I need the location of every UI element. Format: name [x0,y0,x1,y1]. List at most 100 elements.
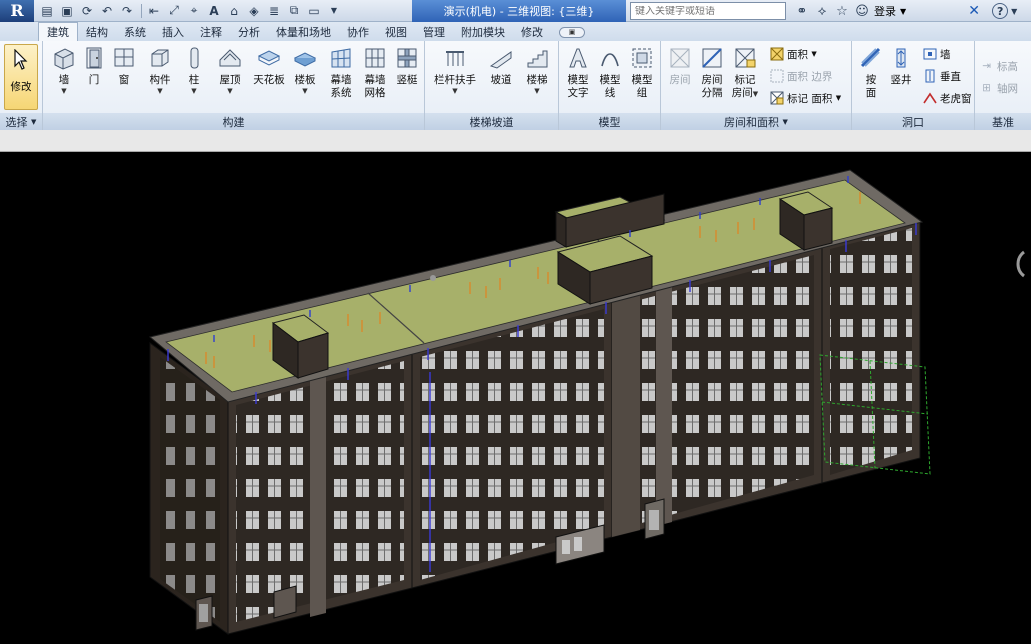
railing-label: 栏杆扶手 [434,74,476,86]
dimension-icon[interactable]: ⤢ [165,2,183,20]
binoculars-icon[interactable]: ⚭ [792,2,812,20]
thin-lines-icon[interactable]: ≣ [265,2,283,20]
model-line-tool[interactable]: 模型 线 [595,45,625,100]
building-side-windows [160,357,220,622]
shaft-tool[interactable]: 竖井 [886,45,916,87]
room-separator-label: 房间 [701,74,723,86]
tab-analyze[interactable]: 分析 [230,23,268,41]
ramp-tool[interactable]: 坡道 [485,45,517,87]
area-label: 面积 [787,48,808,61]
application-menu-button[interactable]: R [0,0,34,22]
tab-systems[interactable]: 系统 [116,23,154,41]
title-bar: R ▤ ▣ ⟳ ↶ ↷ ⇤ ⤢ ⌖ A ⌂ ◈ ≣ ⧉ ▭ ▼ 演示(机电) -… [0,0,1031,22]
tab-manage[interactable]: 管理 [415,23,453,41]
chevron-down-icon: ▼ [302,87,308,95]
wall-opening-tool[interactable]: 墙 [922,45,951,63]
help-icon[interactable]: ? [992,3,1009,19]
favorites-icon[interactable]: ☆ [832,2,852,20]
tab-annotate[interactable]: 注释 [192,23,230,41]
ceiling-tool[interactable]: 天花板 [251,45,287,87]
floor-tool[interactable]: 楼板 ▼ [289,45,321,95]
viewcube-edge-icon[interactable] [1016,250,1026,278]
mullion-tool[interactable]: 竖梃 [391,45,423,87]
ribbon-minimize-toggle[interactable]: ▣ [559,23,585,41]
switch-windows-icon[interactable]: ▭ [305,2,323,20]
ramp-label: 坡道 [490,74,512,86]
text-icon[interactable]: A [205,2,223,20]
modify-button[interactable]: 修改 [4,44,38,110]
login-label[interactable]: 登录 [874,3,896,19]
room-separator-icon [699,45,725,71]
subscription-icon[interactable]: ⟡ [812,2,832,20]
vertical-opening-tool[interactable]: 垂直 [922,67,961,85]
3d-view-canvas[interactable] [0,152,1031,644]
panel-title-build[interactable]: 构建 [43,113,424,130]
panel-title-opening[interactable]: 洞口 [852,113,974,130]
grid-tool[interactable]: ⊞ 轴网 [979,79,1018,97]
tab-modify[interactable]: 修改 [513,23,551,41]
3d-view-icon[interactable]: ⌂ [225,2,243,20]
by-face-tool[interactable]: 按 面 [856,45,886,100]
stair-core-3 [656,284,672,526]
tab-massing-site[interactable]: 体量和场地 [268,23,339,41]
area-boundary-tool[interactable]: 面积 边界 [769,67,832,85]
panel-title-circulation[interactable]: 楼梯坡道 [425,113,558,130]
user-icon[interactable]: ☺ [852,2,872,20]
window-tool[interactable]: 窗 [109,45,139,87]
undo-icon[interactable]: ↶ [98,2,116,20]
help-dropdown-icon[interactable]: ▼ [1008,2,1020,20]
component-tool[interactable]: 构件 ▼ [143,45,177,95]
exchange-apps-icon[interactable]: ✕ [964,2,984,20]
curtain-system-tool[interactable]: 幕墙 系统 [325,45,357,100]
model-group-tool[interactable]: 模型 组 [627,45,657,100]
panel-circulation: 栏杆扶手 ▼ 坡道 楼梯 ▼ 楼梯坡道 [425,41,559,130]
panel-title-model[interactable]: 模型 [559,113,660,130]
redo-icon[interactable]: ↷ [118,2,136,20]
measure-icon[interactable]: ⇤ [145,2,163,20]
panel-opening: 按 面 竖井 墙 垂直 老虎窗 洞口 [852,41,975,130]
search-input[interactable] [635,5,775,17]
customize-qat-icon[interactable]: ▼ [325,2,343,20]
dormer-opening-tool[interactable]: 老虎窗 [922,89,972,107]
search-field[interactable] [630,2,786,20]
railing-tool[interactable]: 栏杆扶手 ▼ [431,45,479,95]
roof-label: 屋顶 [219,74,241,86]
panel-title-select[interactable]: 选择 ▼ [0,113,42,130]
room-separator-sublabel: 分隔 [701,87,723,99]
area-tool[interactable]: 面积 ▼ [769,45,817,63]
close-hidden-icon[interactable]: ⧉ [285,2,303,20]
door-tool[interactable]: 门 [79,45,109,87]
save-icon[interactable]: ▣ [58,2,76,20]
tag-area-tool[interactable]: 标记 面积 ▼ [769,89,841,107]
by-face-icon [858,45,884,71]
by-face-sublabel: 面 [865,87,877,99]
tab-insert[interactable]: 插入 [154,23,192,41]
tab-add-ins[interactable]: 附加模块 [453,23,513,41]
model-line-label: 模型 [599,74,621,86]
tab-view[interactable]: 视图 [377,23,415,41]
section-icon[interactable]: ◈ [245,2,263,20]
room-tool[interactable]: 房间 [665,45,695,87]
panel-title-datum[interactable]: 基准 [975,113,1031,130]
level-tool[interactable]: ⇥ 标高 [979,57,1018,75]
door-label: 门 [88,74,100,86]
room-separator-tool[interactable]: 房间 分隔 [697,45,727,100]
curtain-system-label: 幕墙 [330,74,352,86]
tag-room-tool[interactable]: 标记 房间▼ [729,45,761,100]
tag-icon[interactable]: ⌖ [185,2,203,20]
curtain-grid-tool[interactable]: 幕墙 网格 [359,45,391,100]
tab-architecture[interactable]: 建筑 [38,22,78,41]
model-text-tool[interactable]: 模型 文字 [563,45,593,100]
wall-tool[interactable]: 墙 ▼ [49,45,79,95]
sync-icon[interactable]: ⟳ [78,2,96,20]
minimize-ribbon-icon[interactable]: ▣ [559,26,585,38]
panel-title-room-area[interactable]: 房间和面积 ▼ [661,113,851,130]
tab-structure[interactable]: 结构 [78,23,116,41]
column-tool[interactable]: 柱 ▼ [179,45,209,95]
tab-collaborate[interactable]: 协作 [339,23,377,41]
open-icon[interactable]: ▤ [38,2,56,20]
stair-tool[interactable]: 楼梯 ▼ [521,45,553,95]
chevron-down-icon[interactable]: ▼ [900,7,906,16]
window-title: 演示(机电) - 三维视图: {三维} [412,0,626,22]
roof-tool[interactable]: 屋顶 ▼ [213,45,247,95]
